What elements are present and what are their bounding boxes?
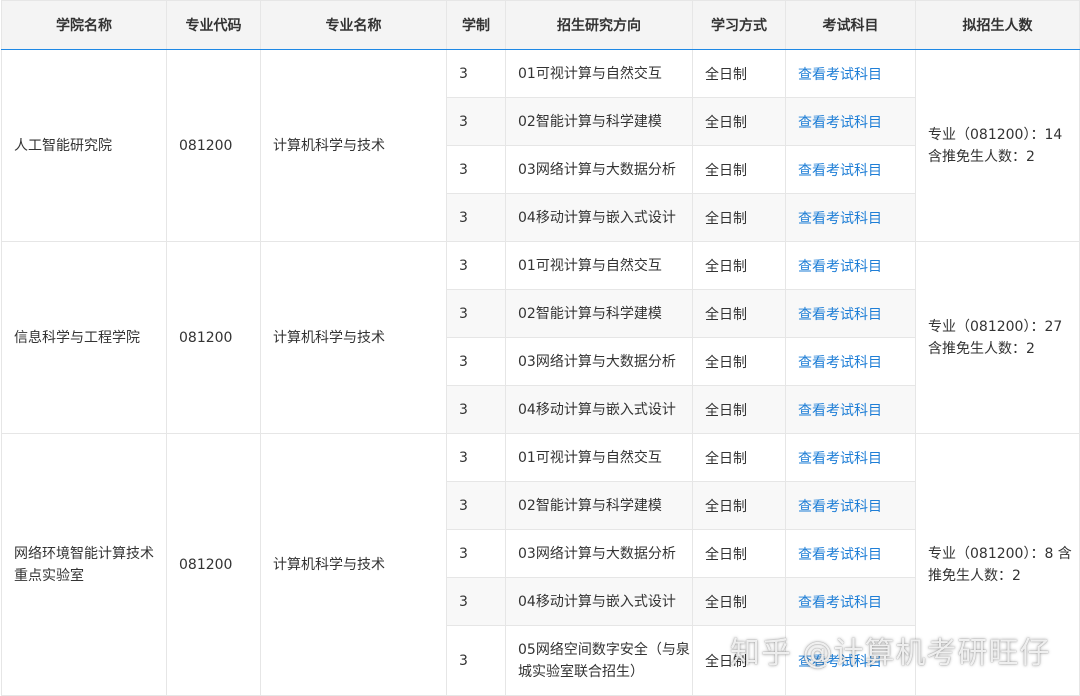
view-exam-link[interactable]: 查看考试科目 — [798, 307, 882, 323]
view-exam-link[interactable]: 查看考试科目 — [798, 115, 882, 131]
exam-cell: 查看考试科目 — [785, 193, 916, 242]
view-exam-link[interactable]: 查看考试科目 — [798, 451, 882, 467]
years-cell: 3 — [446, 289, 506, 338]
exam-cell: 查看考试科目 — [785, 577, 916, 626]
direction-cell: 04移动计算与嵌入式设计 — [505, 577, 693, 626]
exam-cell: 查看考试科目 — [785, 433, 916, 482]
view-exam-link[interactable]: 查看考试科目 — [798, 355, 882, 371]
direction-cell: 05网络空间数字安全（与泉城实验室联合招生） — [505, 625, 693, 696]
years-cell: 3 — [446, 241, 506, 290]
mode-cell: 全日制 — [692, 289, 786, 338]
years-cell: 3 — [446, 625, 506, 696]
direction-cell: 03网络计算与大数据分析 — [505, 529, 693, 578]
exam-cell: 查看考试科目 — [785, 529, 916, 578]
college-name: 信息科学与工程学院 — [1, 241, 167, 434]
header-mode: 学习方式 — [692, 0, 786, 50]
years-cell: 3 — [446, 145, 506, 194]
exam-cell: 查看考试科目 — [785, 385, 916, 434]
table-row: 人工智能研究院 081200 计算机科学与技术 3 01可视计算与自然交互 全日… — [1, 49, 1080, 242]
college-name: 网络环境智能计算技术重点实验室 — [1, 433, 167, 696]
direction-cell: 01可视计算与自然交互 — [505, 433, 693, 482]
view-exam-link[interactable]: 查看考试科目 — [798, 654, 882, 670]
mode-cell: 全日制 — [692, 97, 786, 146]
years-cell: 3 — [446, 433, 506, 482]
direction-cell: 03网络计算与大数据分析 — [505, 145, 693, 194]
years-cell: 3 — [446, 529, 506, 578]
view-exam-link[interactable]: 查看考试科目 — [798, 499, 882, 515]
quota-cell: 专业（081200）：8 含推免生人数：2 — [915, 433, 1080, 696]
years-cell: 3 — [446, 193, 506, 242]
mode-cell: 全日制 — [692, 241, 786, 290]
years-cell: 3 — [446, 49, 506, 98]
years-cell: 3 — [446, 337, 506, 386]
quota-cell: 专业（081200）：14 含推免生人数：2 — [915, 49, 1080, 242]
direction-cell: 04移动计算与嵌入式设计 — [505, 385, 693, 434]
header-years: 学制 — [446, 0, 506, 50]
college-name: 人工智能研究院 — [1, 49, 167, 242]
mode-cell: 全日制 — [692, 481, 786, 530]
years-cell: 3 — [446, 577, 506, 626]
major-code: 081200 — [166, 241, 261, 434]
years-cell: 3 — [446, 481, 506, 530]
direction-cell: 02智能计算与科学建模 — [505, 481, 693, 530]
direction-cell: 03网络计算与大数据分析 — [505, 337, 693, 386]
table-row: 网络环境智能计算技术重点实验室 081200 计算机科学与技术 3 01可视计算… — [1, 433, 1080, 696]
major-name: 计算机科学与技术 — [260, 433, 447, 696]
exam-cell: 查看考试科目 — [785, 97, 916, 146]
direction-cell: 02智能计算与科学建模 — [505, 97, 693, 146]
exam-cell: 查看考试科目 — [785, 337, 916, 386]
header-exam: 考试科目 — [785, 0, 916, 50]
mode-cell: 全日制 — [692, 625, 786, 696]
header-major: 专业名称 — [260, 0, 447, 50]
view-exam-link[interactable]: 查看考试科目 — [798, 595, 882, 611]
direction-cell: 01可视计算与自然交互 — [505, 241, 693, 290]
header-direction: 招生研究方向 — [505, 0, 693, 50]
view-exam-link[interactable]: 查看考试科目 — [798, 67, 882, 83]
admissions-table: 学院名称 专业代码 专业名称 学制 招生研究方向 学习方式 考试科目 拟招生人数… — [1, 0, 1080, 696]
major-code: 081200 — [166, 433, 261, 696]
mode-cell: 全日制 — [692, 577, 786, 626]
exam-cell: 查看考试科目 — [785, 241, 916, 290]
mode-cell: 全日制 — [692, 337, 786, 386]
mode-cell: 全日制 — [692, 145, 786, 194]
mode-cell: 全日制 — [692, 193, 786, 242]
major-name: 计算机科学与技术 — [260, 49, 447, 242]
mode-cell: 全日制 — [692, 433, 786, 482]
exam-cell: 查看考试科目 — [785, 625, 916, 696]
direction-cell: 04移动计算与嵌入式设计 — [505, 193, 693, 242]
view-exam-link[interactable]: 查看考试科目 — [798, 403, 882, 419]
table-row: 信息科学与工程学院 081200 计算机科学与技术 3 01可视计算与自然交互 … — [1, 241, 1080, 434]
mode-cell: 全日制 — [692, 385, 786, 434]
years-cell: 3 — [446, 97, 506, 146]
mode-cell: 全日制 — [692, 49, 786, 98]
table-header-row: 学院名称 专业代码 专业名称 学制 招生研究方向 学习方式 考试科目 拟招生人数 — [1, 0, 1080, 50]
view-exam-link[interactable]: 查看考试科目 — [798, 259, 882, 275]
mode-cell: 全日制 — [692, 529, 786, 578]
exam-cell: 查看考试科目 — [785, 145, 916, 194]
header-code: 专业代码 — [166, 0, 261, 50]
quota-cell: 专业（081200）：27 含推免生人数：2 — [915, 241, 1080, 434]
exam-cell: 查看考试科目 — [785, 289, 916, 338]
header-quota: 拟招生人数 — [915, 0, 1080, 50]
exam-cell: 查看考试科目 — [785, 481, 916, 530]
exam-cell: 查看考试科目 — [785, 49, 916, 98]
major-name: 计算机科学与技术 — [260, 241, 447, 434]
major-code: 081200 — [166, 49, 261, 242]
direction-cell: 02智能计算与科学建模 — [505, 289, 693, 338]
view-exam-link[interactable]: 查看考试科目 — [798, 211, 882, 227]
direction-cell: 01可视计算与自然交互 — [505, 49, 693, 98]
header-college: 学院名称 — [1, 0, 167, 50]
view-exam-link[interactable]: 查看考试科目 — [798, 547, 882, 563]
view-exam-link[interactable]: 查看考试科目 — [798, 163, 882, 179]
years-cell: 3 — [446, 385, 506, 434]
